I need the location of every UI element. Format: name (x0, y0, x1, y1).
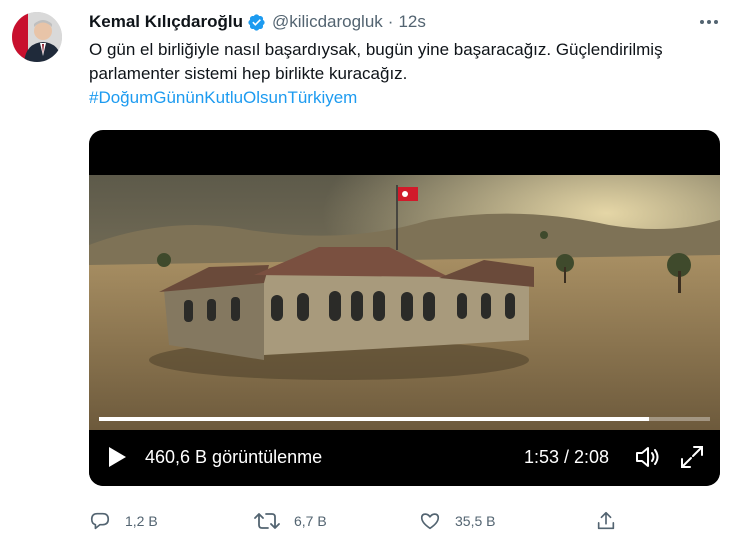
reply-count: 1,2 B (125, 513, 158, 529)
author-handle[interactable]: @kilicdarogluk (272, 12, 383, 32)
video-timecode: 1:53 / 2:08 (524, 447, 610, 467)
author-name[interactable]: Kemal Kılıçdaroğlu (89, 12, 243, 32)
video-progress-fill (99, 417, 649, 421)
tweet-text-line: parlamenter sistemi hep birlikte kuracağ… (89, 64, 408, 83)
tweet-actions: 1,2 B 6,7 B 35,5 B (89, 510, 721, 538)
tweet-header: Kemal Kılıçdaroğlu @kilicdarogluk · 12s (89, 10, 721, 34)
hashtag-link[interactable]: #DoğumGününKutluOlsunTürkiyem (89, 88, 357, 107)
video-frame (89, 175, 720, 430)
tweet-content: Kemal Kılıçdaroğlu @kilicdarogluk · 12s … (89, 10, 721, 530)
like-button[interactable]: 35,5 B (419, 510, 495, 532)
play-icon[interactable] (107, 446, 127, 473)
tweet-text: O gün el birliğiyle nasıl başardıysak, b… (89, 38, 721, 110)
share-icon (597, 511, 615, 530)
volume-icon[interactable] (634, 444, 662, 475)
retweet-count: 6,7 B (294, 513, 327, 529)
separator-dot: · (387, 12, 394, 31)
like-icon (420, 513, 440, 530)
view-count: 460,6 B görüntülenme (145, 447, 323, 467)
video-controls: 460,6 B görüntülenme 1:53 / 2:08 (89, 430, 720, 486)
tweet-time[interactable]: 12s (398, 12, 425, 32)
more-options-icon[interactable] (697, 12, 721, 32)
verified-badge-icon (247, 13, 266, 32)
reply-icon (90, 512, 110, 530)
video-progress-bar[interactable] (99, 417, 710, 421)
avatar[interactable] (12, 12, 62, 62)
retweet-icon (254, 513, 280, 529)
tweet-text-line: O gün el birliğiyle nasıl başardıysak, b… (89, 40, 663, 59)
retweet-button[interactable]: 6,7 B (254, 510, 327, 532)
video-player[interactable]: 460,6 B görüntülenme 1:53 / 2:08 (89, 130, 720, 486)
reply-button[interactable]: 1,2 B (89, 510, 158, 532)
fullscreen-icon[interactable] (679, 444, 705, 475)
share-button[interactable] (595, 510, 617, 532)
like-count: 35,5 B (455, 513, 496, 529)
